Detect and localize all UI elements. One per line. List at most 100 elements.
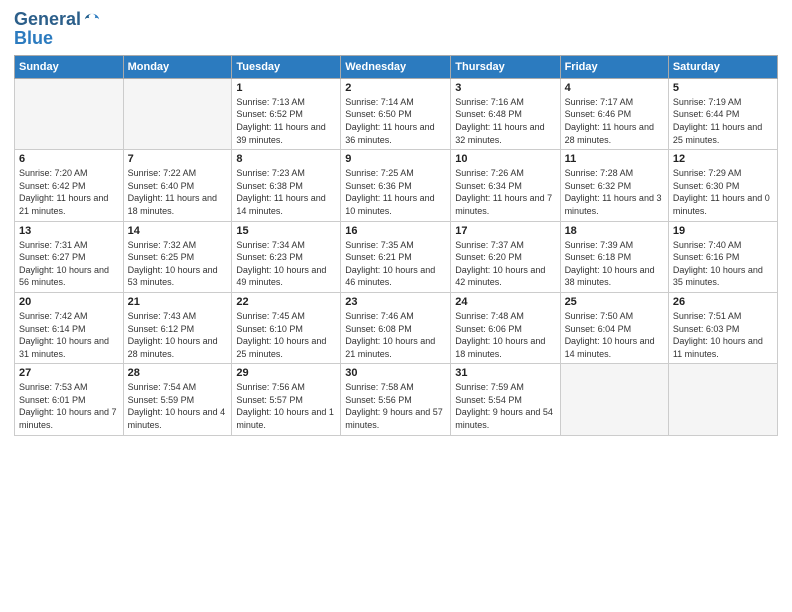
day-info: Sunrise: 7:54 AMSunset: 5:59 PMDaylight:… <box>128 381 228 431</box>
weekday-saturday: Saturday <box>668 55 777 78</box>
page: General Blue SundayMondayTuesdayWednesda… <box>0 0 792 612</box>
day-info: Sunrise: 7:22 AMSunset: 6:40 PMDaylight:… <box>128 167 228 217</box>
calendar-cell: 21 Sunrise: 7:43 AMSunset: 6:12 PMDayligh… <box>123 292 232 363</box>
logo-blue: Blue <box>14 28 101 49</box>
day-info: Sunrise: 7:26 AMSunset: 6:34 PMDaylight:… <box>455 167 555 217</box>
day-number: 26 <box>673 296 773 308</box>
day-info: Sunrise: 7:16 AMSunset: 6:48 PMDaylight:… <box>455 96 555 146</box>
calendar-cell <box>123 78 232 149</box>
day-number: 29 <box>236 367 336 379</box>
day-info: Sunrise: 7:29 AMSunset: 6:30 PMDaylight:… <box>673 167 773 217</box>
weekday-header-row: SundayMondayTuesdayWednesdayThursdayFrid… <box>15 55 778 78</box>
day-info: Sunrise: 7:28 AMSunset: 6:32 PMDaylight:… <box>565 167 664 217</box>
day-number: 25 <box>565 296 664 308</box>
calendar-cell: 27Sunrise: 7:53 AMSunset: 6:01 PMDayligh… <box>15 364 124 435</box>
day-number: 4 <box>565 82 664 94</box>
logo-bird-icon <box>83 11 101 29</box>
weekday-thursday: Thursday <box>451 55 560 78</box>
day-info: Sunrise: 7:14 AMSunset: 6:50 PMDaylight:… <box>345 96 446 146</box>
day-number: 28 <box>128 367 228 379</box>
calendar-cell <box>15 78 124 149</box>
day-info: Sunrise: 7:46 AMSunset: 6:08 PMDaylight:… <box>345 310 446 360</box>
day-number: 10 <box>455 153 555 165</box>
day-info: Sunrise: 7:42 AMSunset: 6:14 PMDaylight:… <box>19 310 119 360</box>
calendar-cell: 11 Sunrise: 7:28 AMSunset: 6:32 PMDayligh… <box>560 150 668 221</box>
week-row-4: 20 Sunrise: 7:42 AMSunset: 6:14 PMDayligh… <box>15 292 778 363</box>
day-info: Sunrise: 7:43 AMSunset: 6:12 PMDaylight:… <box>128 310 228 360</box>
day-number: 3 <box>455 82 555 94</box>
calendar-cell: 23Sunrise: 7:46 AMSunset: 6:08 PMDayligh… <box>341 292 451 363</box>
day-info: Sunrise: 7:32 AMSunset: 6:25 PMDaylight:… <box>128 239 228 289</box>
weekday-wednesday: Wednesday <box>341 55 451 78</box>
calendar-cell: 17 Sunrise: 7:37 AMSunset: 6:20 PMDayligh… <box>451 221 560 292</box>
day-info: Sunrise: 7:13 AMSunset: 6:52 PMDaylight:… <box>236 96 336 146</box>
calendar-cell: 31 Sunrise: 7:59 AMSunset: 5:54 PMDayligh… <box>451 364 560 435</box>
calendar-cell: 9 Sunrise: 7:25 AMSunset: 6:36 PMDaylight… <box>341 150 451 221</box>
week-row-2: 6Sunrise: 7:20 AMSunset: 6:42 PMDaylight… <box>15 150 778 221</box>
day-number: 11 <box>565 153 664 165</box>
day-number: 13 <box>19 225 119 237</box>
calendar-cell: 2Sunrise: 7:14 AMSunset: 6:50 PMDaylight… <box>341 78 451 149</box>
day-info: Sunrise: 7:45 AMSunset: 6:10 PMDaylight:… <box>236 310 336 360</box>
day-number: 9 <box>345 153 446 165</box>
calendar-cell: 19Sunrise: 7:40 AMSunset: 6:16 PMDayligh… <box>668 221 777 292</box>
day-info: Sunrise: 7:23 AMSunset: 6:38 PMDaylight:… <box>236 167 336 217</box>
day-info: Sunrise: 7:34 AMSunset: 6:23 PMDaylight:… <box>236 239 336 289</box>
day-number: 18 <box>565 225 664 237</box>
weekday-monday: Monday <box>123 55 232 78</box>
day-info: Sunrise: 7:35 AMSunset: 6:21 PMDaylight:… <box>345 239 446 289</box>
calendar-cell <box>560 364 668 435</box>
day-info: Sunrise: 7:48 AMSunset: 6:06 PMDaylight:… <box>455 310 555 360</box>
calendar-cell: 3 Sunrise: 7:16 AMSunset: 6:48 PMDaylight… <box>451 78 560 149</box>
calendar-cell: 15 Sunrise: 7:34 AMSunset: 6:23 PMDayligh… <box>232 221 341 292</box>
logo: General Blue <box>14 10 101 49</box>
day-number: 27 <box>19 367 119 379</box>
day-number: 16 <box>345 225 446 237</box>
calendar-cell: 1Sunrise: 7:13 AMSunset: 6:52 PMDaylight… <box>232 78 341 149</box>
day-number: 5 <box>673 82 773 94</box>
day-number: 31 <box>455 367 555 379</box>
day-info: Sunrise: 7:39 AMSunset: 6:18 PMDaylight:… <box>565 239 664 289</box>
calendar-cell: 26 Sunrise: 7:51 AMSunset: 6:03 PMDayligh… <box>668 292 777 363</box>
calendar-cell: 12Sunrise: 7:29 AMSunset: 6:30 PMDayligh… <box>668 150 777 221</box>
day-number: 21 <box>128 296 228 308</box>
day-info: Sunrise: 7:50 AMSunset: 6:04 PMDaylight:… <box>565 310 664 360</box>
day-number: 8 <box>236 153 336 165</box>
day-info: Sunrise: 7:19 AMSunset: 6:44 PMDaylight:… <box>673 96 773 146</box>
day-number: 22 <box>236 296 336 308</box>
calendar-cell: 20 Sunrise: 7:42 AMSunset: 6:14 PMDayligh… <box>15 292 124 363</box>
calendar-cell: 18 Sunrise: 7:39 AMSunset: 6:18 PMDayligh… <box>560 221 668 292</box>
calendar-cell: 24 Sunrise: 7:48 AMSunset: 6:06 PMDayligh… <box>451 292 560 363</box>
day-info: Sunrise: 7:59 AMSunset: 5:54 PMDaylight:… <box>455 381 555 431</box>
day-number: 14 <box>128 225 228 237</box>
day-info: Sunrise: 7:37 AMSunset: 6:20 PMDaylight:… <box>455 239 555 289</box>
day-info: Sunrise: 7:51 AMSunset: 6:03 PMDaylight:… <box>673 310 773 360</box>
day-info: Sunrise: 7:58 AMSunset: 5:56 PMDaylight:… <box>345 381 446 431</box>
day-number: 7 <box>128 153 228 165</box>
day-number: 24 <box>455 296 555 308</box>
calendar-cell: 22 Sunrise: 7:45 AMSunset: 6:10 PMDayligh… <box>232 292 341 363</box>
calendar-cell: 8 Sunrise: 7:23 AMSunset: 6:38 PMDaylight… <box>232 150 341 221</box>
header: General Blue <box>14 10 778 49</box>
calendar-cell: 13 Sunrise: 7:31 AMSunset: 6:27 PMDayligh… <box>15 221 124 292</box>
calendar-cell <box>668 364 777 435</box>
day-info: Sunrise: 7:56 AMSunset: 5:57 PMDaylight:… <box>236 381 336 431</box>
calendar-cell: 6Sunrise: 7:20 AMSunset: 6:42 PMDaylight… <box>15 150 124 221</box>
day-info: Sunrise: 7:25 AMSunset: 6:36 PMDaylight:… <box>345 167 446 217</box>
day-number: 20 <box>19 296 119 308</box>
day-number: 30 <box>345 367 446 379</box>
week-row-3: 13 Sunrise: 7:31 AMSunset: 6:27 PMDayligh… <box>15 221 778 292</box>
calendar-cell: 16 Sunrise: 7:35 AMSunset: 6:21 PMDayligh… <box>341 221 451 292</box>
day-number: 15 <box>236 225 336 237</box>
calendar-cell: 4 Sunrise: 7:17 AMSunset: 6:46 PMDaylight… <box>560 78 668 149</box>
calendar-table: SundayMondayTuesdayWednesdayThursdayFrid… <box>14 55 778 436</box>
weekday-tuesday: Tuesday <box>232 55 341 78</box>
day-info: Sunrise: 7:20 AMSunset: 6:42 PMDaylight:… <box>19 167 119 217</box>
week-row-5: 27Sunrise: 7:53 AMSunset: 6:01 PMDayligh… <box>15 364 778 435</box>
day-info: Sunrise: 7:31 AMSunset: 6:27 PMDaylight:… <box>19 239 119 289</box>
day-info: Sunrise: 7:17 AMSunset: 6:46 PMDaylight:… <box>565 96 664 146</box>
calendar-body: 1Sunrise: 7:13 AMSunset: 6:52 PMDaylight… <box>15 78 778 435</box>
week-row-1: 1Sunrise: 7:13 AMSunset: 6:52 PMDaylight… <box>15 78 778 149</box>
day-number: 17 <box>455 225 555 237</box>
day-info: Sunrise: 7:40 AMSunset: 6:16 PMDaylight:… <box>673 239 773 289</box>
